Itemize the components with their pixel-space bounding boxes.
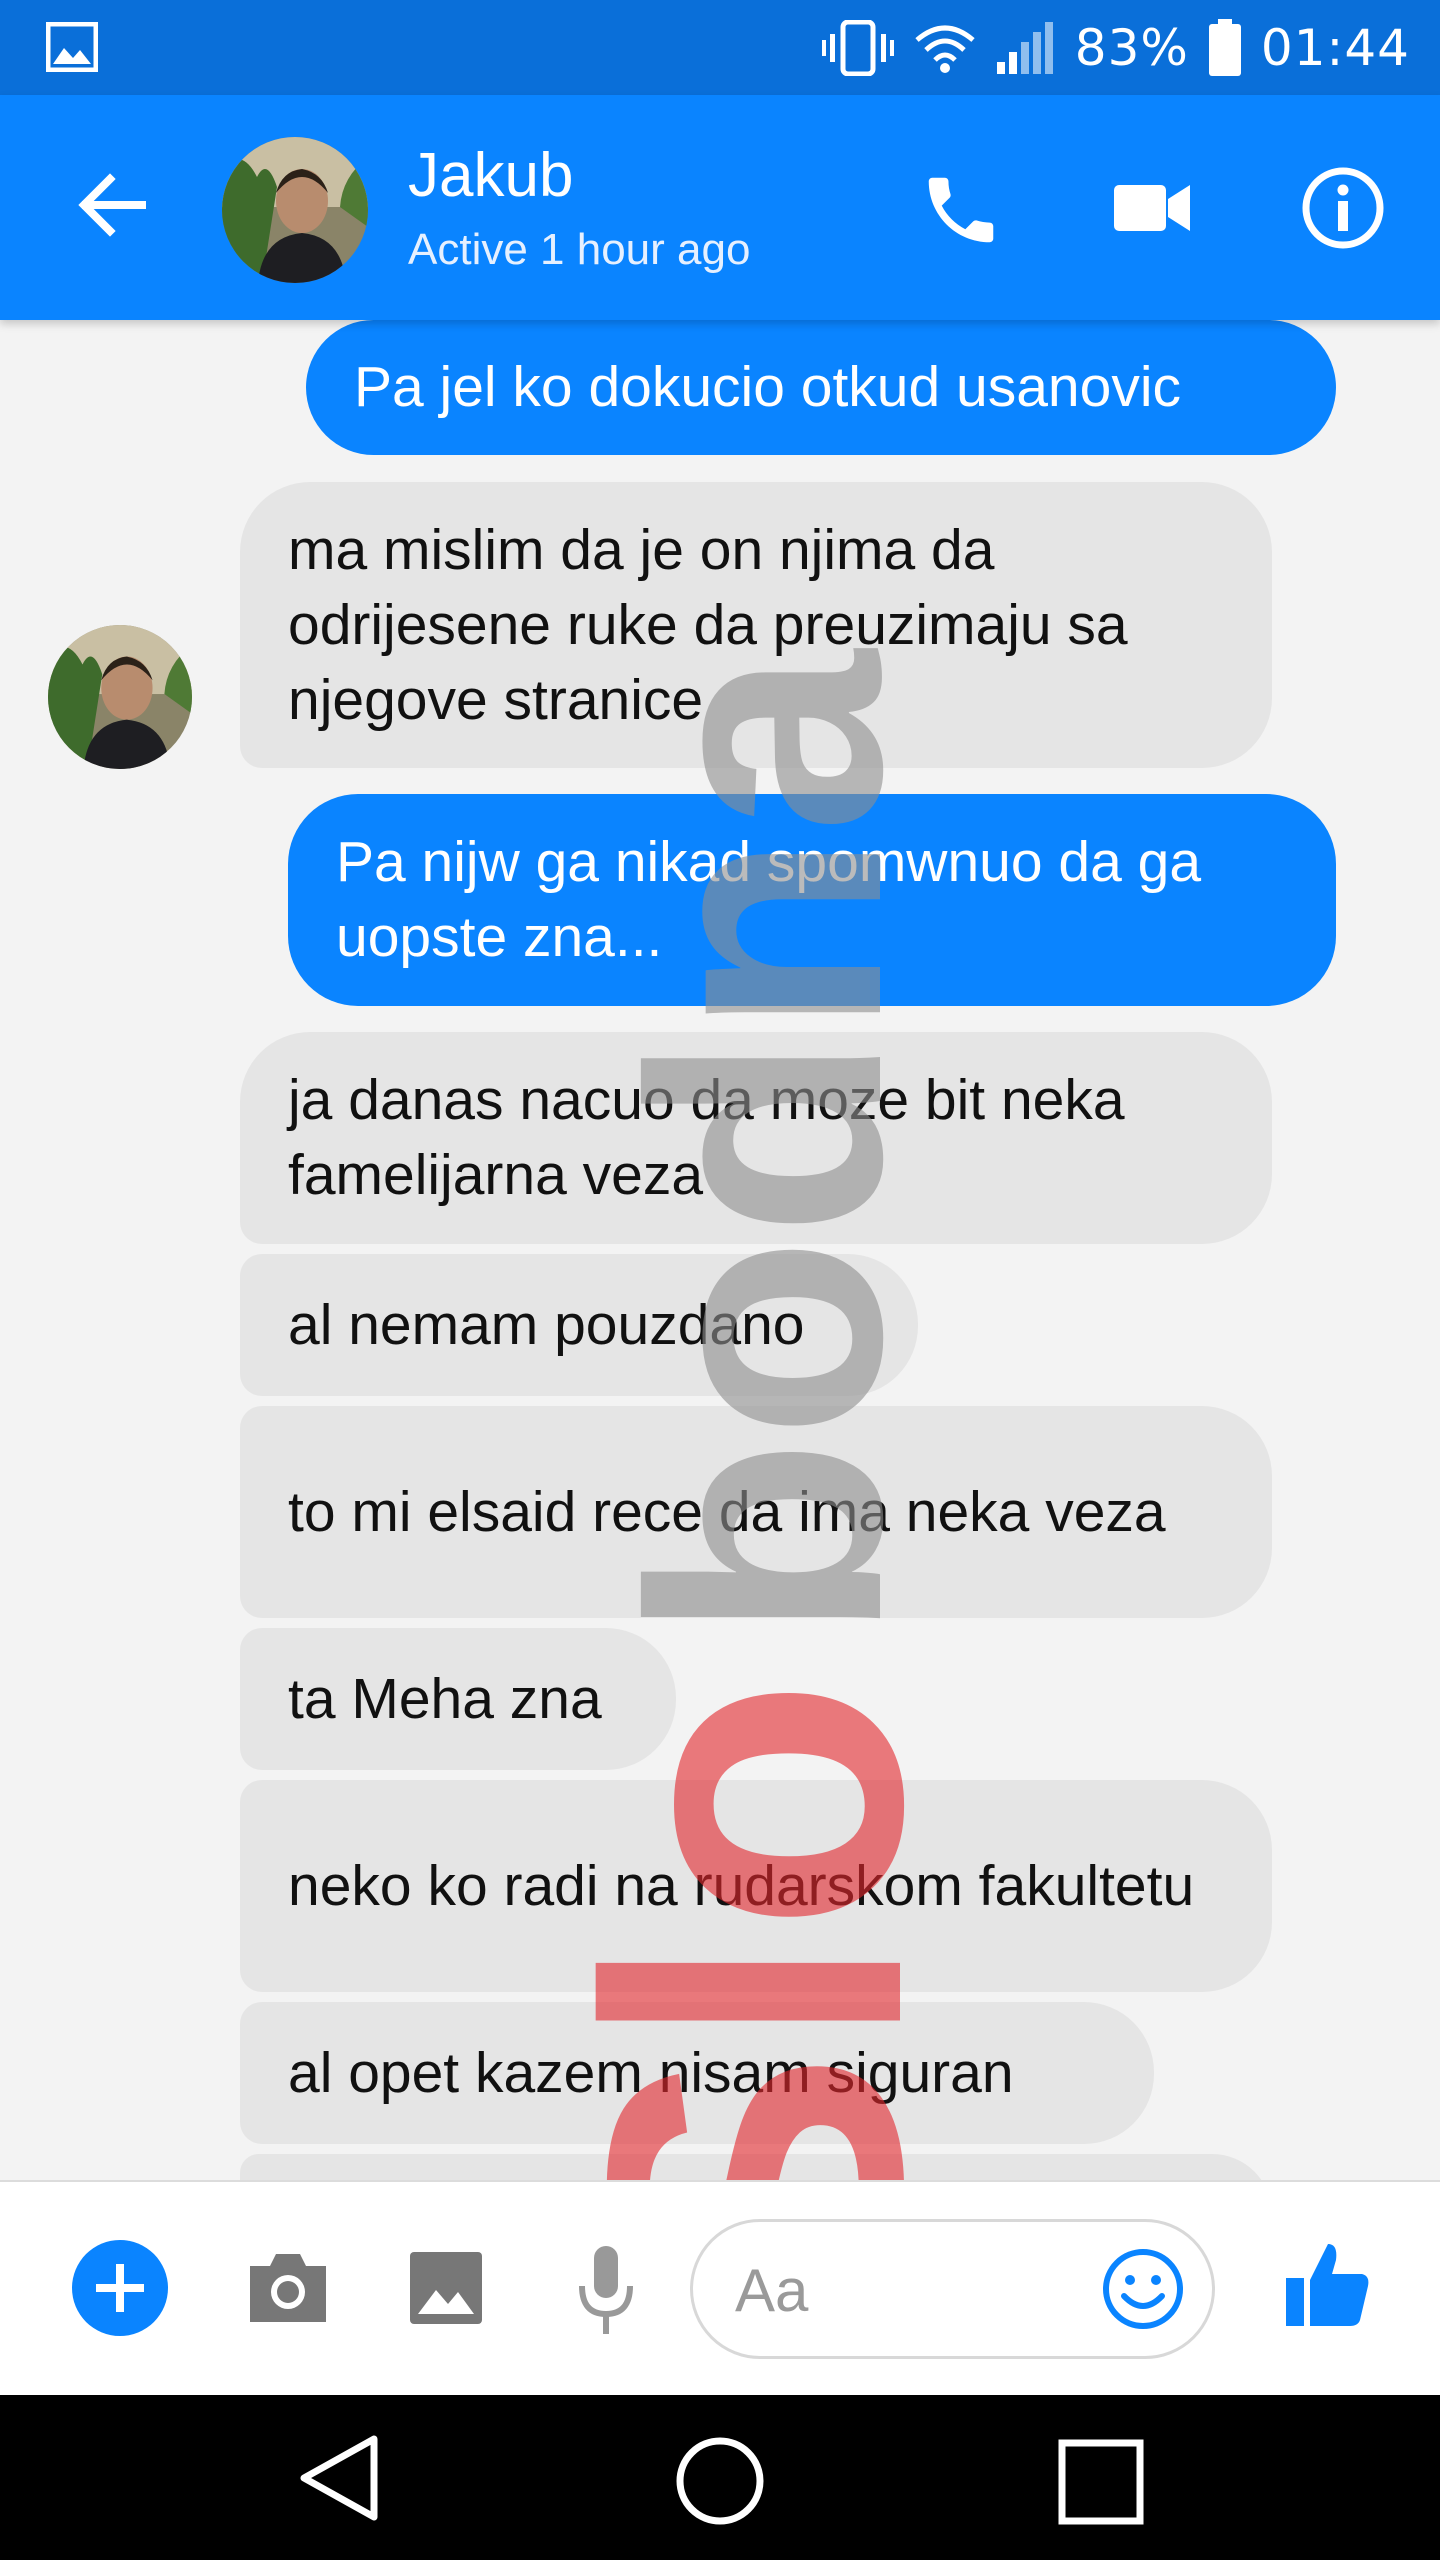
- wifi-icon: [915, 25, 975, 73]
- message-incoming[interactable]: neko ko radi na rudarskom fakultetu: [240, 1780, 1272, 1992]
- message-text: to mi elsaid rece da ima neka veza: [288, 1479, 1166, 1544]
- plus-icon[interactable]: [72, 2240, 168, 2336]
- image-icon[interactable]: [408, 2250, 484, 2326]
- android-nav-bar: [0, 2395, 1440, 2560]
- back-arrow-icon[interactable]: [72, 165, 152, 245]
- message-incoming-partial[interactable]: [240, 2154, 1272, 2180]
- message-incoming[interactable]: ma mislim da je on njima da odrijesene r…: [240, 482, 1272, 768]
- active-status: Active 1 hour ago: [408, 225, 751, 274]
- contact-photo: [48, 625, 192, 769]
- thumbs-up-icon[interactable]: [1284, 2240, 1370, 2330]
- phone-icon[interactable]: [918, 167, 1004, 253]
- video-camera-icon[interactable]: [1112, 173, 1192, 243]
- message-text: ma mislim da je on njima da odrijesene r…: [288, 517, 1128, 732]
- contact-photo: [222, 137, 368, 283]
- message-incoming[interactable]: to mi elsaid rece da ima neka veza: [240, 1406, 1272, 1618]
- status-bar: 83% 01:44: [0, 0, 1440, 95]
- battery-icon: [1208, 18, 1241, 76]
- contact-avatar[interactable]: [222, 137, 368, 283]
- message-outgoing[interactable]: Pa jel ko dokucio otkud usanovic: [306, 320, 1336, 455]
- info-icon[interactable]: [1300, 165, 1386, 251]
- back-triangle-icon[interactable]: [296, 2433, 382, 2523]
- message-composer: [0, 2180, 1440, 2397]
- signal-icon: [996, 21, 1053, 74]
- battery-percent: 83%: [1074, 18, 1189, 77]
- camera-icon[interactable]: [246, 2250, 330, 2326]
- message-text: ja danas nacuo da moze bit neka famelija…: [288, 1068, 1125, 1207]
- message-input-container[interactable]: [690, 2219, 1215, 2359]
- vibrate-icon: [821, 19, 894, 76]
- message-text: Pa jel ko dokucio otkud usanovic: [354, 355, 1182, 419]
- message-text: Pa nijw ga nikad spomwnuo da ga uopste z…: [336, 830, 1202, 969]
- message-incoming[interactable]: ja danas nacuo da moze bit neka famelija…: [240, 1032, 1272, 1244]
- contact-avatar-small[interactable]: [48, 625, 192, 769]
- recents-square-icon[interactable]: [1058, 2439, 1144, 2525]
- gallery-icon: [46, 22, 98, 72]
- message-incoming[interactable]: al opet kazem nisam siguran: [240, 2002, 1154, 2144]
- emoji-icon[interactable]: [1100, 2246, 1186, 2332]
- contact-name: Jakub: [408, 141, 574, 210]
- message-incoming[interactable]: al nemam pouzdano: [240, 1254, 918, 1396]
- conversation-header: Jakub Active 1 hour ago: [0, 95, 1440, 320]
- home-circle-icon[interactable]: [674, 2435, 766, 2527]
- message-text: ta Meha zna: [288, 1666, 602, 1731]
- microphone-icon[interactable]: [576, 2242, 636, 2338]
- clock: 01:44: [1260, 18, 1410, 77]
- message-incoming[interactable]: ta Meha zna: [240, 1628, 676, 1770]
- message-input[interactable]: [733, 2222, 1077, 2358]
- message-text: al nemam pouzdano: [288, 1292, 805, 1357]
- message-text: neko ko radi na rudarskom fakultetu: [288, 1853, 1195, 1918]
- message-outgoing[interactable]: Pa nijw ga nikad spomwnuo da ga uopste z…: [288, 794, 1336, 1006]
- message-list[interactable]: Pa jel ko dokucio otkud usanovic ma misl…: [0, 320, 1440, 2180]
- message-text: al opet kazem nisam siguran: [288, 2040, 1014, 2105]
